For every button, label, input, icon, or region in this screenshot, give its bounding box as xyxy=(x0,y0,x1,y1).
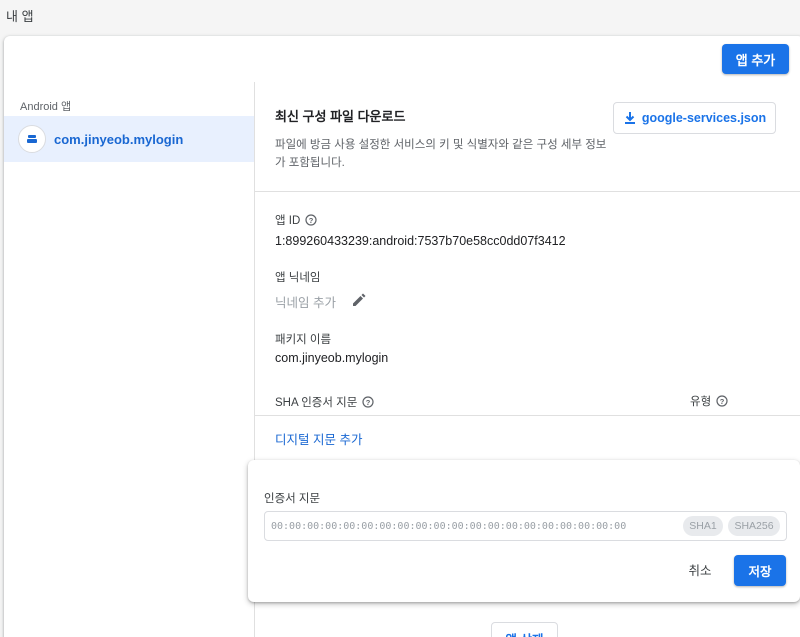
nickname-label: 앱 닉네임 xyxy=(275,272,321,284)
help-icon[interactable]: ? xyxy=(362,396,374,408)
package-value: com.jinyeob.mylogin xyxy=(275,351,389,365)
config-download-title: 최신 구성 파일 다운로드 xyxy=(275,109,406,124)
sidebar-item-app[interactable]: com.jinyeob.mylogin xyxy=(4,116,254,162)
help-icon[interactable]: ? xyxy=(716,395,728,407)
help-icon[interactable]: ? xyxy=(305,214,317,226)
fingerprint-field: SHA1 SHA256 xyxy=(264,511,787,541)
add-app-button[interactable]: 앱 추가 xyxy=(722,44,789,74)
pencil-icon[interactable] xyxy=(350,291,368,314)
save-button[interactable]: 저장 xyxy=(734,555,786,586)
android-app-icon xyxy=(18,125,46,153)
download-config-label: google-services.json xyxy=(641,111,767,125)
app-id-value: 1:899260433239:android:7537b70e58cc0dd07… xyxy=(275,234,566,248)
nickname-placeholder[interactable]: 닉네임 추가 xyxy=(275,292,336,311)
sha-type-header-row: 유형 ? xyxy=(690,393,728,409)
page-title: 내 앱 xyxy=(6,9,34,24)
fingerprint-dialog: 인증서 지문 SHA1 SHA256 취소 저장 xyxy=(248,460,800,602)
svg-text:?: ? xyxy=(309,216,314,225)
app-id-label-row: 앱 ID ? xyxy=(275,212,317,228)
svg-text:?: ? xyxy=(366,398,371,407)
app-id-label: 앱 ID xyxy=(275,215,301,227)
sidebar-item-label: com.jinyeob.mylogin xyxy=(54,131,184,147)
sha-fingerprint-header: SHA 인증서 지문 xyxy=(275,397,358,409)
fingerprint-input[interactable] xyxy=(271,520,679,532)
svg-text:?: ? xyxy=(720,397,725,406)
download-icon xyxy=(624,112,635,124)
package-label: 패키지 이름 xyxy=(275,334,332,346)
sha256-chip: SHA256 xyxy=(728,516,780,536)
delete-app-button[interactable]: 앱 삭제 xyxy=(491,622,558,637)
sha1-chip: SHA1 xyxy=(683,516,723,536)
config-download-description: 파일에 방금 사용 설정한 서비스의 키 및 식별자와 같은 구성 세부 정보가… xyxy=(275,139,607,169)
download-config-button[interactable]: google-services.json xyxy=(613,102,776,134)
sidebar-section-label: Android 앱 xyxy=(20,101,72,113)
cancel-button[interactable]: 취소 xyxy=(680,558,720,580)
add-fingerprint-link[interactable]: 디지털 지문 추가 xyxy=(275,429,362,448)
sidebar xyxy=(4,82,254,637)
fingerprint-field-label: 인증서 지문 xyxy=(264,493,321,505)
sha-type-header: 유형 xyxy=(690,396,712,408)
sha-header-row: SHA 인증서 지문 ? xyxy=(275,394,374,410)
